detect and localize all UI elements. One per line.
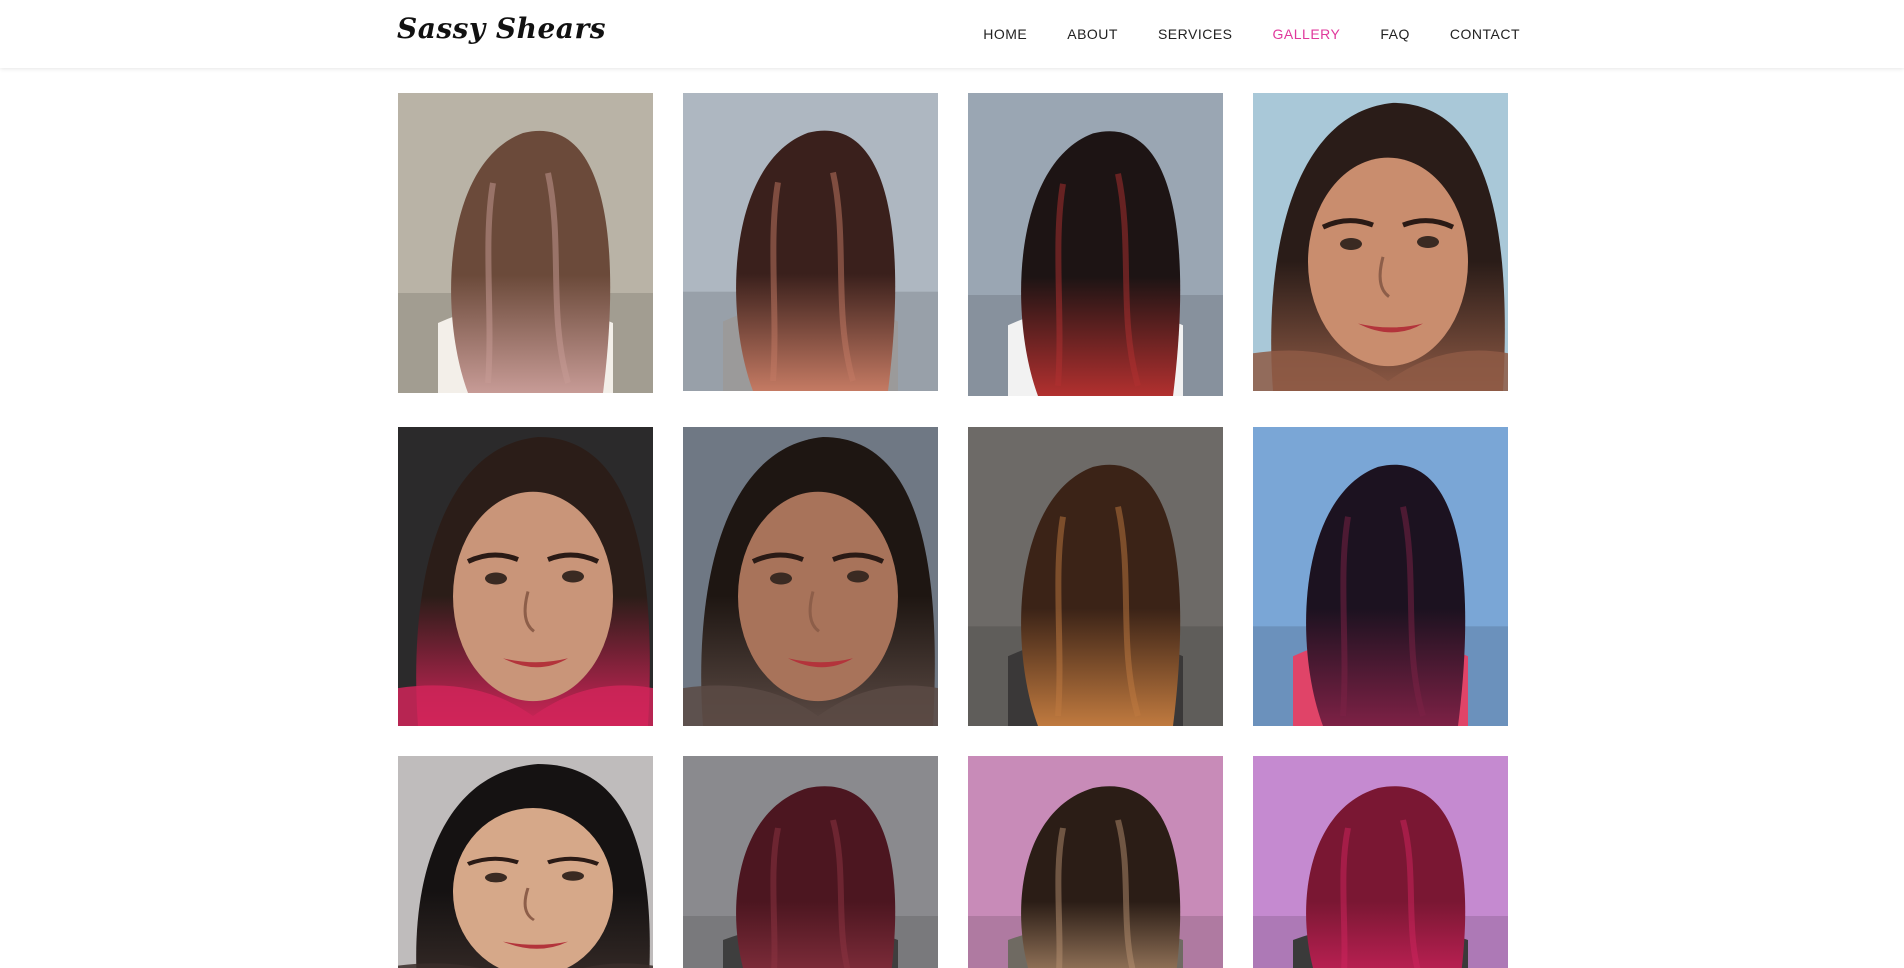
nav-contact[interactable]: CONTACT xyxy=(1450,26,1520,42)
photo-image xyxy=(968,427,1223,726)
gallery-photo[interactable] xyxy=(398,756,653,968)
main-nav: HOME ABOUT SERVICES GALLERY FAQ CONTACT xyxy=(960,0,1520,68)
gallery-photo[interactable] xyxy=(683,93,938,391)
site-header: Sassy Shears HOME ABOUT SERVICES GALLERY… xyxy=(0,0,1904,68)
gallery-photo[interactable] xyxy=(398,93,653,393)
gallery-photo[interactable] xyxy=(1253,756,1508,968)
photo-image xyxy=(968,93,1223,396)
nav-services[interactable]: SERVICES xyxy=(1158,26,1233,42)
photo-image xyxy=(1253,93,1508,391)
gallery-photo[interactable] xyxy=(683,756,938,968)
gallery-photo[interactable] xyxy=(968,427,1223,726)
photo-image xyxy=(1253,756,1508,968)
nav-gallery[interactable]: GALLERY xyxy=(1273,26,1341,42)
photo-image xyxy=(683,756,938,968)
gallery-photo[interactable] xyxy=(1253,93,1508,391)
gallery-grid xyxy=(398,93,1510,968)
photo-image xyxy=(398,93,653,393)
photo-image xyxy=(398,756,653,968)
site-logo[interactable]: Sassy Shears xyxy=(397,12,606,45)
photo-image xyxy=(683,93,938,391)
photo-image xyxy=(1253,427,1508,726)
gallery-photo[interactable] xyxy=(1253,427,1508,726)
gallery-photo[interactable] xyxy=(683,427,938,726)
nav-about[interactable]: ABOUT xyxy=(1067,26,1118,42)
photo-image xyxy=(683,427,938,726)
nav-home[interactable]: HOME xyxy=(983,26,1027,42)
gallery-photo[interactable] xyxy=(968,756,1223,968)
nav-faq[interactable]: FAQ xyxy=(1380,26,1410,42)
gallery-photo[interactable] xyxy=(398,427,653,726)
photo-image xyxy=(398,427,653,726)
gallery-photo[interactable] xyxy=(968,93,1223,396)
photo-image xyxy=(968,756,1223,968)
